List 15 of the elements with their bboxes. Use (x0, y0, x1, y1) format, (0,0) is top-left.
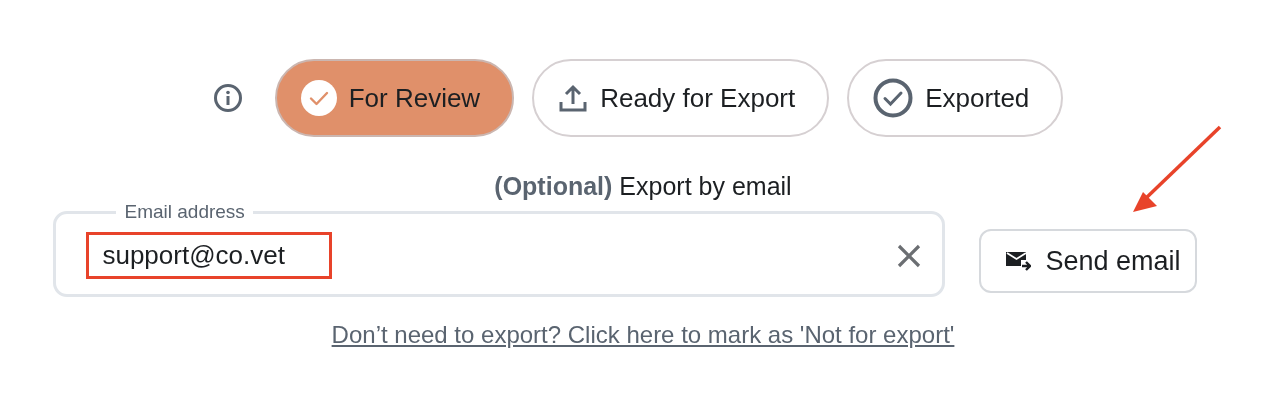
email-input[interactable]: support@co.vet (102, 240, 887, 271)
field-label: Email address (123, 201, 246, 223)
check-icon (300, 80, 337, 116)
status-tab[interactable]: Exported (847, 59, 1064, 137)
upload-icon (558, 83, 589, 113)
not-for-export-link[interactable]: Don’t need to export? Click here to mark as 'Not for export' (331, 321, 955, 349)
optional-label: (Optional) (494, 172, 613, 201)
check-circle-icon (873, 78, 914, 118)
info-icon[interactable] (212, 83, 243, 113)
status-tab[interactable]: For Review (274, 59, 515, 137)
mail-send-icon (1005, 250, 1032, 272)
section-heading: Export by email (619, 172, 792, 201)
send-email-button[interactable]: Send email (979, 229, 1197, 293)
close-icon[interactable] (896, 242, 923, 269)
status-tab[interactable]: Ready for Export (532, 59, 830, 137)
